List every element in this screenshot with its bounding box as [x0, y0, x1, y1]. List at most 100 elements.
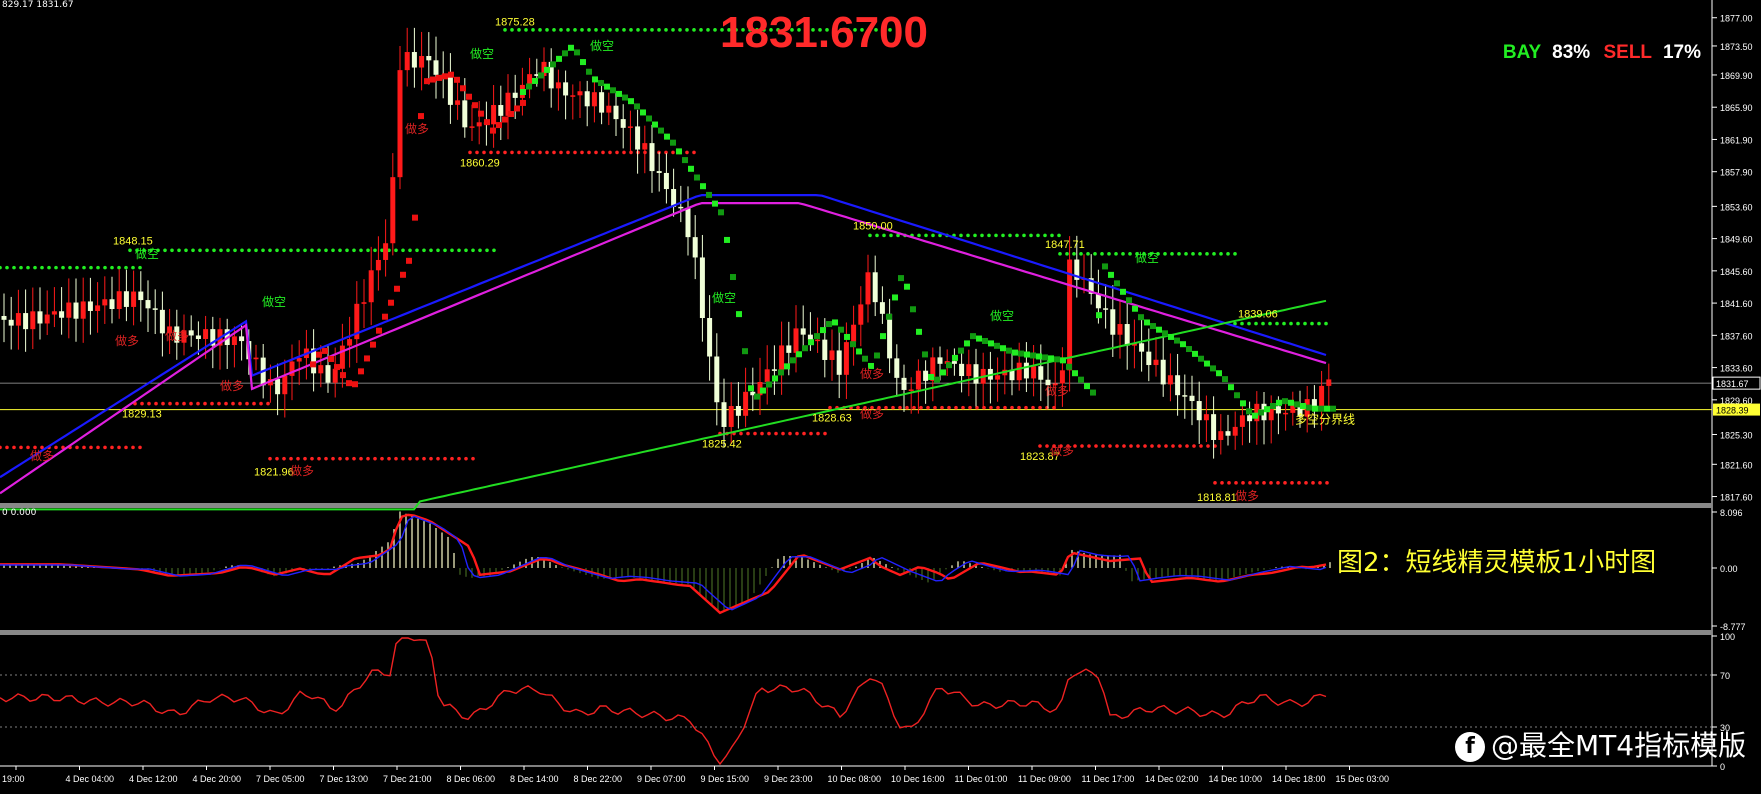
support-dots [1017, 405, 1021, 410]
resistance-dots [875, 233, 879, 238]
support-dots [510, 150, 514, 155]
candle-body [152, 308, 158, 310]
resistance-dots [1050, 233, 1054, 238]
resistance-dots [415, 248, 419, 253]
trend-step [946, 362, 952, 369]
macd-tick-label: 8.096 [1720, 508, 1743, 518]
support-dots [352, 456, 356, 461]
support-dots [317, 456, 321, 461]
time-label: 4 Dec 12:00 [129, 774, 178, 784]
support-dots [482, 150, 486, 155]
high-label: 1839.06 [1238, 309, 1278, 321]
chart-caption: 图2：短线精灵模板1小时图 [1337, 548, 1657, 578]
support-dots [781, 431, 785, 436]
trend-step [658, 127, 664, 134]
trend-step [610, 87, 616, 94]
resistance-dots [1128, 252, 1132, 256]
trend-step [934, 376, 940, 383]
long-signal: 做多 [115, 333, 139, 348]
time-label: 19:00 [2, 774, 25, 784]
trend-step [1024, 351, 1030, 358]
support-dots [408, 456, 412, 461]
support-dots [1143, 444, 1147, 448]
trend-step [964, 340, 970, 347]
support-dots [905, 405, 909, 410]
support-dots [1220, 481, 1224, 485]
resistance-dots [1212, 252, 1216, 256]
support-dots [310, 456, 314, 461]
support-dots [296, 456, 300, 461]
long-signal: 做多 [30, 448, 54, 463]
resistance-dots [61, 265, 65, 270]
trend-step [802, 345, 808, 352]
candle-body [1247, 415, 1253, 422]
support-dots [131, 445, 135, 450]
support-dots [608, 150, 612, 155]
trend-step [586, 68, 592, 75]
candle-body [375, 259, 381, 271]
long-signal: 做多 [405, 121, 429, 136]
candle-body [692, 237, 698, 258]
resistance-dots [68, 265, 72, 270]
trend-step [1192, 350, 1198, 357]
time-label: 8 Dec 06:00 [447, 774, 496, 784]
candle-body [1016, 362, 1022, 381]
support-dots [154, 401, 158, 406]
support-dots [96, 445, 100, 450]
trend-step [766, 381, 772, 388]
support-dots [1003, 405, 1007, 410]
low-label: 1828.63 [812, 413, 852, 425]
resistance-dots [338, 248, 342, 253]
support-dots [1178, 444, 1182, 448]
trend-step [1114, 280, 1120, 287]
trend-step [970, 333, 976, 340]
resistance-dots [247, 248, 251, 253]
candle-body [649, 143, 655, 172]
resistance-dots [366, 248, 370, 253]
support-dots [788, 431, 792, 436]
support-dots [443, 456, 447, 461]
trend-step [736, 311, 742, 318]
support-dots [1255, 481, 1259, 485]
support-dots [1262, 481, 1266, 485]
resistance-dots [889, 233, 893, 238]
time-label: 9 Dec 15:00 [701, 774, 750, 784]
candle-body [1225, 431, 1231, 436]
trend-step [1174, 337, 1180, 344]
candle-body [591, 92, 597, 107]
trend-step [1180, 341, 1186, 348]
sell-label: SELL [1603, 42, 1652, 63]
time-label: 11 Dec 09:00 [1018, 774, 1071, 784]
trend-step [478, 110, 484, 117]
candle-body [606, 105, 612, 113]
trend-step [850, 341, 856, 348]
trend-step [1246, 408, 1252, 415]
trend-step [826, 321, 832, 328]
support-dots [366, 456, 370, 461]
resistance-dots [303, 248, 307, 253]
candle-body [131, 291, 137, 307]
trend-step [1222, 376, 1228, 383]
trend-step [472, 102, 478, 109]
support-dots [1164, 444, 1168, 448]
trend-step [1102, 263, 1108, 270]
candle-body [73, 302, 79, 319]
resistance-dots [373, 248, 377, 253]
trend-step [1138, 314, 1144, 321]
resistance-dots [429, 248, 433, 253]
candle-body [123, 291, 129, 307]
candle-body [318, 365, 324, 374]
trend-step [1306, 404, 1312, 411]
trend-step [856, 348, 862, 355]
candle-body [1167, 375, 1173, 385]
support-dots [303, 456, 307, 461]
candle-body [44, 314, 50, 324]
watermark-text: @最全MT4指标模版 [1491, 729, 1747, 762]
trend-step [1318, 405, 1324, 412]
candle-body [627, 126, 633, 128]
brand-icon: f [1455, 732, 1485, 762]
support-dots [919, 405, 923, 410]
chart-canvas[interactable]: 1877.00 1873.50 1869.90 1865.90 1861.90 1857.… [0, 0, 1761, 794]
trend-step [514, 105, 520, 112]
support-dots [436, 456, 440, 461]
